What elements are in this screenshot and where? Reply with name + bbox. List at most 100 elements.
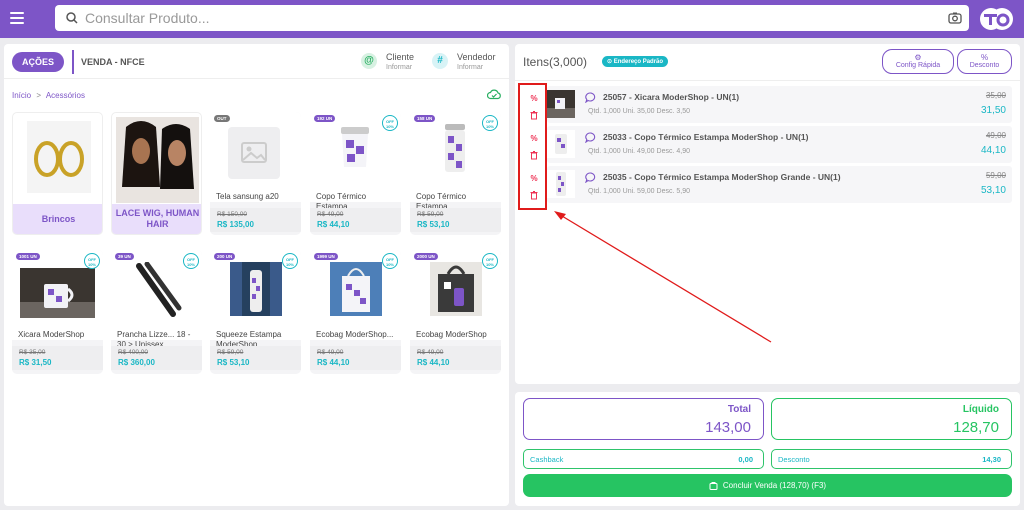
acoes-button[interactable]: AÇÕES bbox=[12, 52, 64, 72]
product-price: R$ 49,00 R$ 44,10 bbox=[310, 346, 401, 370]
item-details: Qtd. 1,000 Uni. 59,00 Desc. 5,90 bbox=[588, 188, 690, 195]
product-price: R$ 59,00 R$ 53,10 bbox=[210, 346, 301, 370]
product-name: Ecobag ModerShop... bbox=[316, 330, 394, 339]
cart-item[interactable]: 25033 - Copo Térmico Estampa ModerShop -… bbox=[547, 126, 1012, 163]
chat-bubble-icon[interactable] bbox=[585, 172, 596, 183]
search-input[interactable] bbox=[85, 8, 925, 28]
cart-item[interactable]: 25035 - Copo Térmico Estampa ModerShop G… bbox=[547, 166, 1012, 203]
thermal-cup-image bbox=[341, 127, 369, 167]
old-price: R$ 49,00 bbox=[317, 211, 344, 218]
discount-badge: OFF 10% bbox=[183, 253, 199, 269]
discount-badge: OFF 10% bbox=[482, 253, 498, 269]
product-card[interactable]: 158 UN OFF 10% Copo Térmico Estampa... R$… bbox=[410, 112, 501, 235]
product-name: Ecobag ModerShop bbox=[416, 330, 487, 339]
product-card[interactable]: 39 UN OFF 10% Prancha Lizze... 18 - 30 > … bbox=[111, 250, 202, 374]
new-price: R$ 44,10 bbox=[317, 358, 350, 367]
product-card[interactable]: 1001 UN OFF 10% Xicara ModerShop R$ 35,00… bbox=[12, 250, 103, 374]
divider bbox=[72, 50, 74, 74]
totals-panel: Total 143,00 Líquido 128,70 Cashback 0,0… bbox=[515, 392, 1020, 506]
config-rapida-button[interactable]: ⚙ Config Rápida bbox=[882, 49, 954, 74]
stock-badge: 2000 UN bbox=[414, 253, 438, 260]
discount-badge: OFF 10% bbox=[382, 115, 398, 131]
old-price: R$ 49,00 bbox=[417, 349, 444, 356]
breadcrumb-current[interactable]: Acessórios bbox=[46, 91, 85, 100]
stock-badge: 158 UN bbox=[414, 115, 436, 122]
product-card[interactable]: 200 UN OFF 10% Squeeze Estampa ModerShop … bbox=[210, 250, 301, 374]
item-details: Qtd. 1,000 Uni. 35,00 Desc. 3,50 bbox=[588, 108, 690, 115]
thermal-cup-image bbox=[445, 124, 465, 172]
cart-icon bbox=[709, 482, 718, 491]
product-image bbox=[210, 112, 301, 202]
item-old-price: 59,00 bbox=[985, 171, 1006, 180]
chat-bubble-icon[interactable] bbox=[585, 92, 596, 103]
product-card[interactable]: 192 UN OFF 10% Copo Térmico Estampa... R$… bbox=[310, 112, 401, 235]
stock-badge: 1001 UN bbox=[16, 253, 40, 260]
liquido-label: Líquido bbox=[962, 404, 999, 415]
config-rapida-label: Config Rápida bbox=[895, 62, 941, 69]
divider bbox=[515, 80, 1020, 81]
new-price: R$ 31,50 bbox=[19, 358, 52, 367]
address-badge[interactable]: ⊙ Endereço Padrão bbox=[602, 56, 669, 67]
sale-type[interactable]: VENDA - NFCE bbox=[81, 57, 145, 67]
product-card[interactable]: OUT Tela sansung a20 R$ 150,00 R$ 135,00 bbox=[210, 112, 301, 235]
category-card[interactable]: Brincos bbox=[12, 112, 103, 235]
item-qty: Qtd. 1,000 bbox=[588, 188, 621, 195]
product-price: R$ 49,00 R$ 44,10 bbox=[410, 346, 501, 370]
cashback-box[interactable]: Cashback 0,00 bbox=[523, 449, 764, 469]
concluir-venda-button[interactable]: Concluir Venda (128,70) (F3) bbox=[523, 474, 1012, 497]
squeeze-bottle-image bbox=[230, 262, 282, 316]
item-title: 25035 - Copo Térmico Estampa ModerShop G… bbox=[603, 172, 841, 182]
new-price: R$ 44,10 bbox=[417, 358, 450, 367]
earrings-image bbox=[27, 121, 91, 193]
annotation-arrow bbox=[554, 211, 772, 343]
search-icon bbox=[66, 12, 78, 24]
cart-item[interactable]: 25057 - Xicara ModerShop - UN(1) Qtd. 1,… bbox=[547, 86, 1012, 123]
breadcrumb-home[interactable]: Início bbox=[12, 91, 31, 100]
discount-badge: OFF 10% bbox=[282, 253, 298, 269]
items-title: Itens(3,000) bbox=[523, 55, 588, 69]
total-box: Total 143,00 bbox=[523, 398, 764, 440]
cup-thumbnail bbox=[547, 130, 575, 158]
discount-badge: OFF 10% bbox=[84, 253, 100, 269]
product-card[interactable]: 1999 UN OFF 10% Ecobag ModerShop... R$ 49… bbox=[310, 250, 401, 374]
search-bar bbox=[55, 5, 969, 31]
liquido-box: Líquido 128,70 bbox=[771, 398, 1012, 440]
user-avatar[interactable] bbox=[978, 6, 1014, 32]
cashback-value: 0,00 bbox=[738, 455, 753, 464]
total-label: Total bbox=[727, 404, 751, 415]
camera-icon[interactable] bbox=[948, 11, 962, 25]
annotation-box bbox=[518, 83, 547, 210]
stock-badge: OUT bbox=[214, 115, 230, 122]
desconto-label: Desconto bbox=[969, 62, 1000, 69]
item-qty: Qtd. 1,000 bbox=[588, 108, 621, 115]
desconto-box[interactable]: Desconto 14,30 bbox=[771, 449, 1012, 469]
stock-badge: 192 UN bbox=[314, 115, 336, 122]
item-discount: Desc. 4,90 bbox=[656, 148, 690, 155]
cloud-sync-icon[interactable] bbox=[487, 88, 501, 100]
discount-badge: OFF 10% bbox=[382, 253, 398, 269]
concluir-venda-label: Concluir Venda (128,70) (F3) bbox=[722, 481, 827, 490]
new-price: R$ 53,10 bbox=[417, 220, 450, 229]
product-price: R$ 400,00 R$ 360,00 bbox=[111, 346, 202, 370]
ecobag-image bbox=[330, 262, 382, 316]
old-price: R$ 150,00 bbox=[217, 211, 247, 218]
cliente-sub: Informar bbox=[386, 64, 413, 71]
item-discount: Desc. 5,90 bbox=[656, 188, 690, 195]
item-unit: Uni. 59,00 bbox=[622, 188, 655, 195]
cliente-label: Cliente bbox=[386, 52, 415, 62]
product-name: Xicara ModerShop bbox=[18, 330, 85, 339]
old-price: R$ 400,00 bbox=[118, 349, 148, 356]
new-price: R$ 360,00 bbox=[118, 358, 155, 367]
stock-badge: 200 UN bbox=[214, 253, 236, 260]
product-price: R$ 59,00 R$ 53,10 bbox=[410, 208, 501, 232]
top-bar bbox=[0, 0, 1024, 38]
chat-bubble-icon[interactable] bbox=[585, 132, 596, 143]
desconto-total-value: 14,30 bbox=[982, 455, 1001, 464]
desconto-button[interactable]: % Desconto bbox=[957, 49, 1012, 74]
discount-badge: OFF 10% bbox=[482, 115, 498, 131]
menu-icon[interactable] bbox=[10, 12, 24, 24]
item-new-price: 31,50 bbox=[980, 105, 1006, 116]
mug-thumbnail bbox=[547, 90, 575, 118]
product-card[interactable]: 2000 UN OFF 10% Ecobag ModerShop R$ 49,00… bbox=[410, 250, 501, 374]
category-card[interactable]: LACE WIG, HUMAN HAIR bbox=[111, 112, 202, 235]
